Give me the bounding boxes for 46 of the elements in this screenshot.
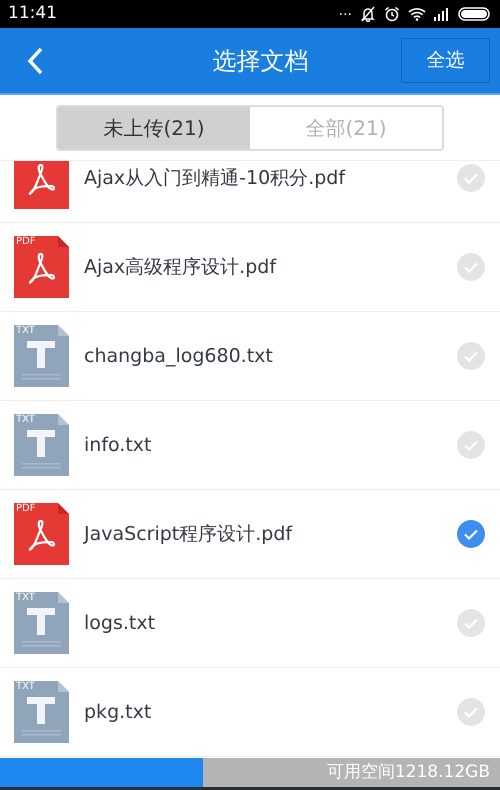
pdf-file-icon	[14, 236, 69, 298]
alarm-clock-icon	[384, 6, 400, 22]
battery-icon	[458, 7, 492, 21]
file-type-label: PDF	[16, 504, 36, 514]
file-name: Ajax高级程序设计.pdf	[84, 254, 278, 280]
check-circle-icon[interactable]	[457, 698, 485, 726]
file-row[interactable]: TXT info.txt	[0, 401, 500, 490]
file-row[interactable]: PDF JavaScript程序设计.pdf	[0, 490, 500, 579]
select-all-button[interactable]: 全选	[401, 38, 490, 83]
wifi-icon	[408, 7, 426, 21]
file-row[interactable]: PDF Ajax高级程序设计.pdf	[0, 223, 500, 312]
file-type-label: TXT	[16, 682, 35, 692]
text-file-icon	[14, 325, 69, 387]
file-name: pkg.txt	[84, 700, 152, 725]
muted-bell-icon	[360, 6, 376, 22]
text-file-icon	[14, 681, 69, 743]
file-row[interactable]: TXT changba_log680.txt	[0, 312, 500, 401]
file-name: JavaScript程序设计.pdf	[84, 522, 294, 547]
file-type-label: PDF	[16, 237, 36, 247]
signal-icon	[434, 7, 450, 21]
file-row[interactable]: TXT pkg.txt	[0, 668, 500, 757]
file-name: logs.txt	[84, 610, 156, 636]
page-title: 选择文档	[212, 46, 308, 76]
text-file-icon	[14, 592, 69, 654]
file-type-label: TXT	[16, 415, 35, 425]
back-icon	[26, 46, 44, 76]
check-circle-icon[interactable]	[457, 253, 485, 281]
file-name: Ajax从入门到精通-10积分.pdf	[84, 166, 346, 191]
more-notifications: ...	[338, 4, 352, 18]
file-name: changba_log680.txt	[84, 344, 274, 369]
clock-time: 11:41	[8, 2, 57, 26]
check-circle-icon[interactable]	[457, 164, 485, 192]
check-circle-icon[interactable]	[457, 609, 485, 637]
file-type-label: TXT	[16, 326, 35, 336]
free-space-label: 可用空间1218.12GB	[326, 761, 490, 784]
file-row[interactable]: Ajax从入门到精通-10积分.pdf	[0, 161, 500, 223]
file-row[interactable]: TXT logs.txt	[0, 579, 500, 668]
check-circle-icon[interactable]	[457, 431, 485, 459]
file-name: info.txt	[84, 432, 152, 458]
check-circle-icon[interactable]	[457, 342, 485, 370]
file-type-label: TXT	[16, 593, 35, 603]
text-file-icon	[14, 414, 69, 476]
filter-tab[interactable]: 未上传(21)	[58, 106, 250, 148]
check-circle-icon[interactable]	[457, 520, 485, 548]
pdf-file-icon	[14, 503, 69, 565]
pdf-file-icon	[14, 161, 69, 209]
